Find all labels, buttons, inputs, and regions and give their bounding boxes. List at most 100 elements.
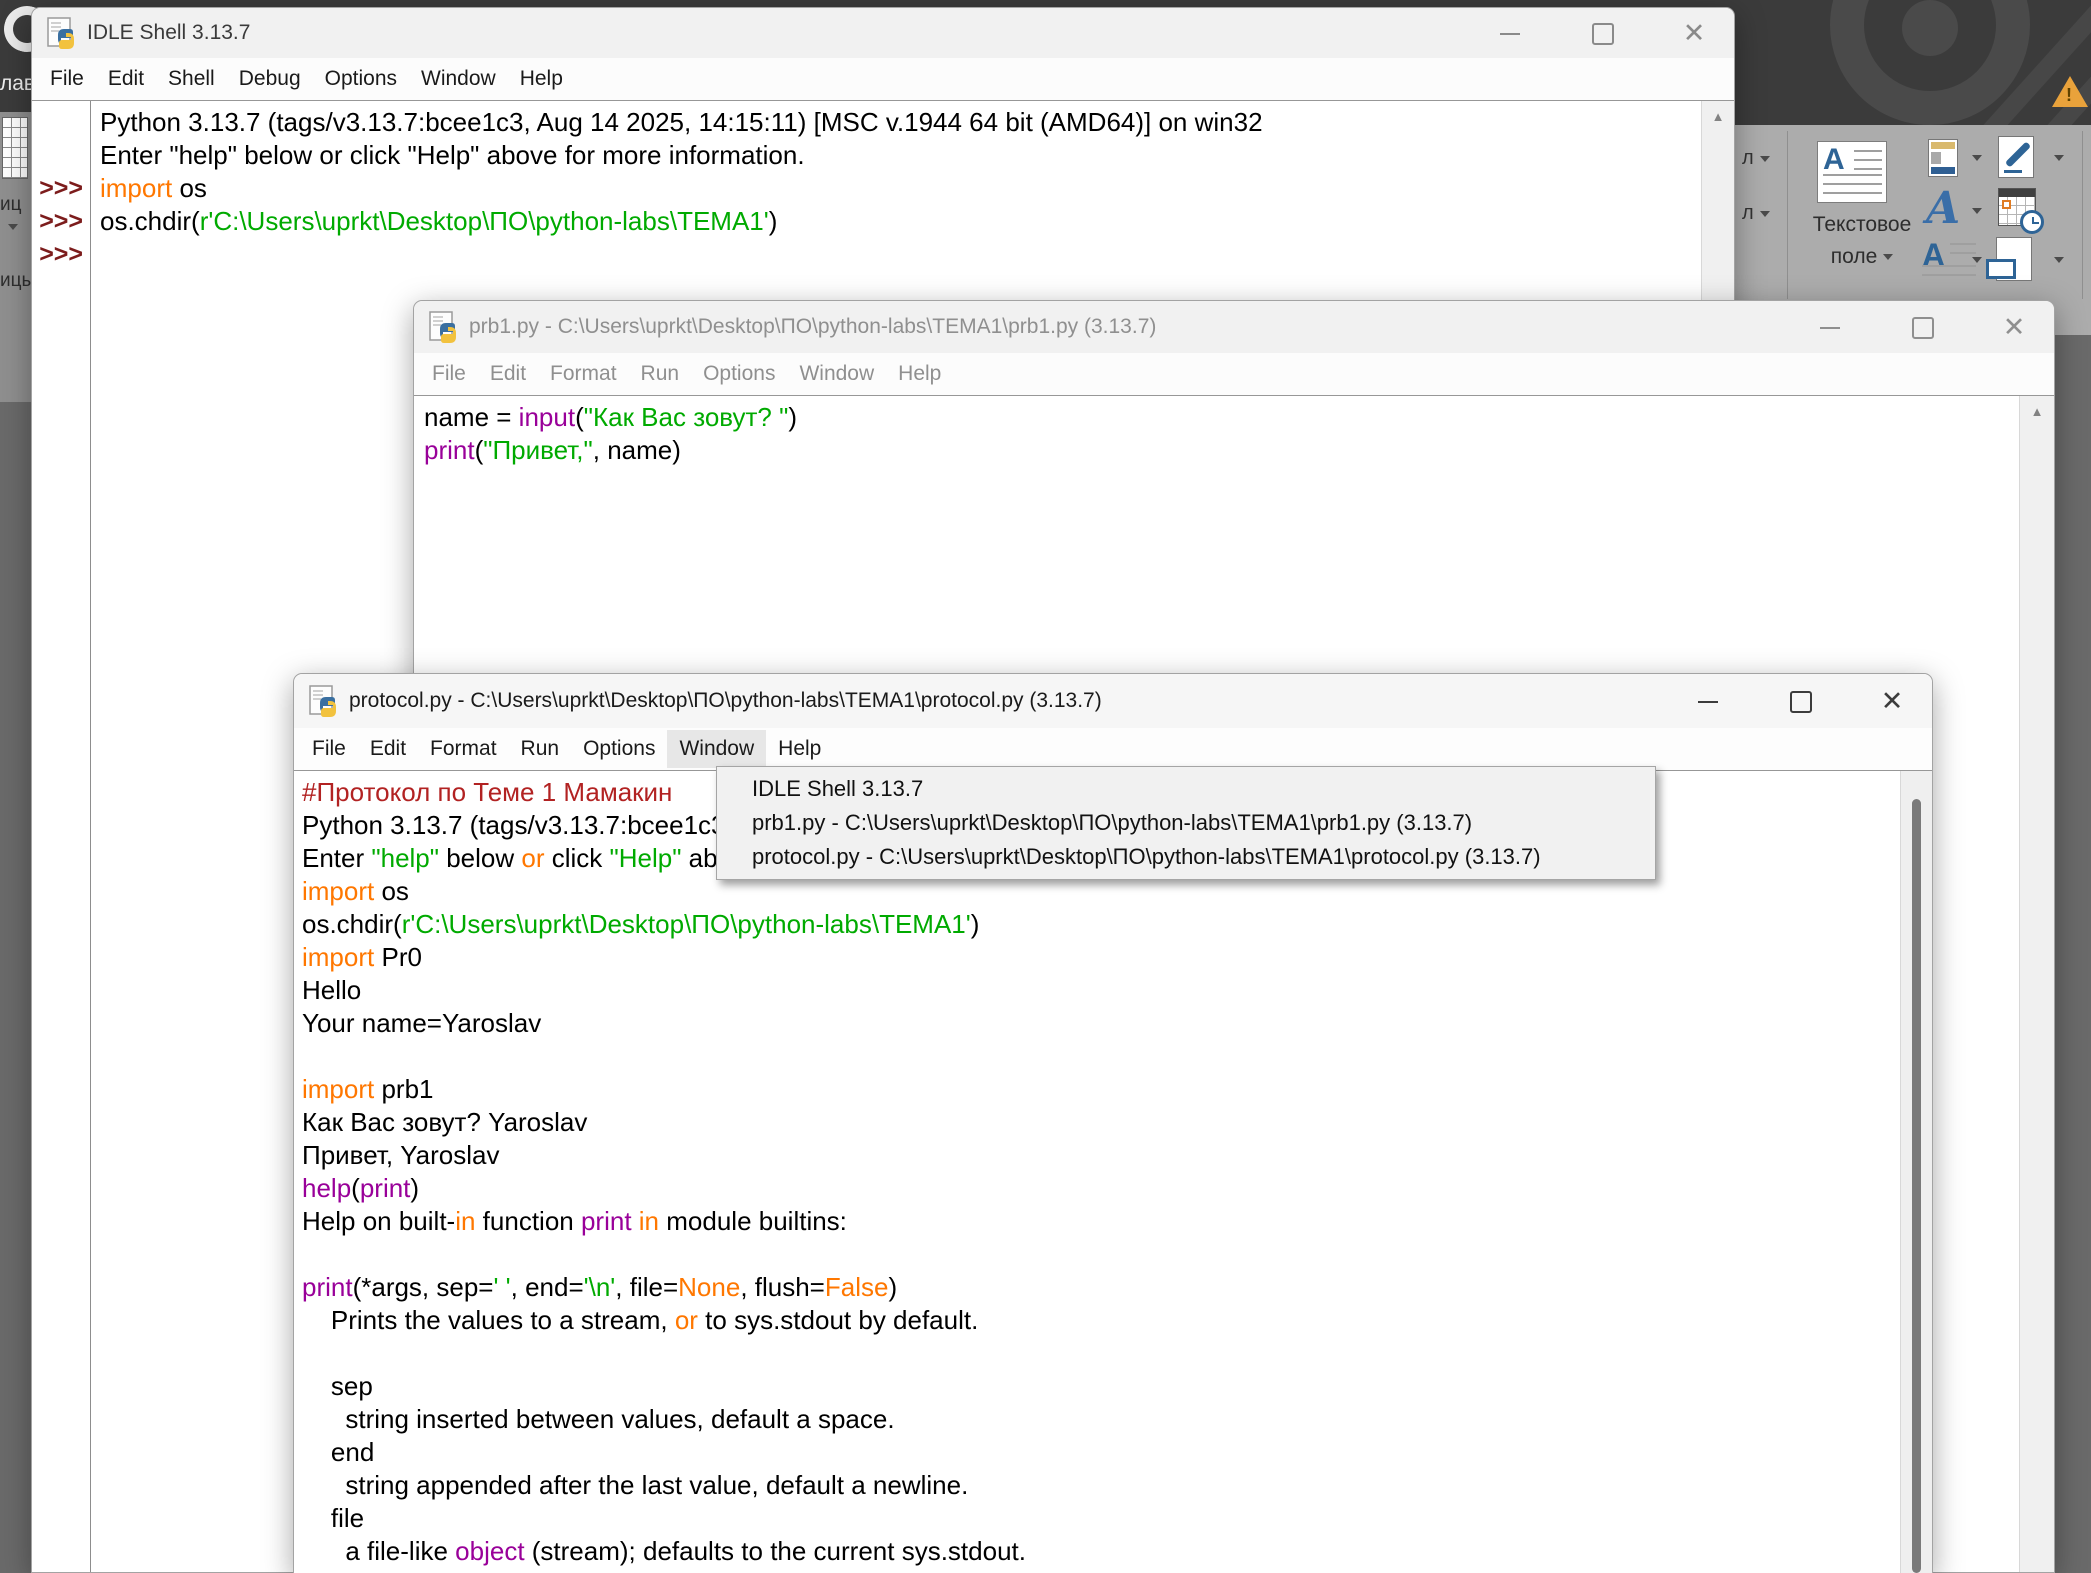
maximize-button[interactable] (1786, 687, 1814, 715)
code-segment: "Help" (610, 843, 682, 873)
menu-file[interactable]: File (420, 355, 478, 393)
menu-file[interactable]: File (300, 730, 358, 768)
text-box-button-label-2[interactable]: поле (1792, 245, 1932, 269)
pen-underline (2004, 170, 2022, 173)
minimize-button[interactable] (1816, 313, 1844, 341)
menu-edit[interactable]: Edit (358, 730, 418, 768)
minimize-button[interactable] (1496, 19, 1524, 47)
maximize-button[interactable] (1908, 313, 1936, 341)
idle-shell-titlebar[interactable]: IDLE Shell 3.13.7 ✕ (32, 8, 1734, 58)
icon-part (1931, 167, 1955, 174)
code-segment: Привет, Yaroslav (302, 1140, 500, 1170)
menu-window[interactable]: Window (787, 355, 886, 393)
menu-debug[interactable]: Debug (227, 60, 313, 98)
python-file-icon (47, 17, 77, 49)
code-segment: r'C:\Users\uprkt\Desktop\ПО\python-labs\… (200, 206, 769, 236)
menu-shell[interactable]: Shell (156, 60, 227, 98)
chevron-down-icon[interactable] (1972, 155, 1982, 161)
maximize-button[interactable] (1588, 19, 1616, 47)
code-segment: print (581, 1206, 632, 1236)
chevron-down-icon[interactable] (2054, 155, 2064, 161)
menu-window[interactable]: Window (667, 730, 766, 768)
code-segment: os.chdir( (100, 206, 200, 236)
python-file-icon (309, 685, 339, 717)
table-grid-icon[interactable] (2, 117, 28, 179)
code-segment: import (302, 942, 374, 972)
ribbon-separator (1787, 131, 1788, 299)
close-button[interactable]: ✕ (2000, 313, 2028, 341)
menu-edit[interactable]: Edit (478, 355, 538, 393)
code-segment: in (639, 1206, 659, 1236)
chevron-down-icon[interactable] (2054, 257, 2064, 263)
editor-text[interactable]: #Протокол по Теме 1 МамакинPython 3.13.7… (294, 771, 1900, 1573)
code-line: print("Привет,", name) (424, 434, 2019, 467)
window-title: prb1.py - C:\Users\uprkt\Desktop\ПО\pyth… (469, 315, 1156, 339)
code-segment: "help" (371, 843, 439, 873)
code-segment: Pr0 (374, 942, 422, 972)
code-segment: print (424, 435, 475, 465)
code-segment: below (439, 843, 521, 873)
signature-line-icon[interactable] (1998, 136, 2034, 178)
code-segment: (stream); defaults to the current sys.st… (525, 1536, 1026, 1566)
window-title: protocol.py - C:\Users\uprkt\Desktop\ПО\… (349, 689, 1102, 713)
code-line: file (302, 1502, 1900, 1535)
wordart-icon[interactable]: A (1926, 183, 1960, 234)
protocol-menubar: FileEditFormatRunOptionsWindowHelp (294, 728, 1932, 770)
menu-options[interactable]: Options (691, 355, 787, 393)
text-box-button-label-1[interactable]: Текстовое (1792, 213, 1932, 237)
code-segment: name = (424, 402, 519, 432)
window-menu-item[interactable]: protocol.py - C:\Users\uprkt\Desktop\ПО\… (717, 840, 1655, 874)
prb1-menubar: FileEditFormatRunOptionsWindowHelp (414, 353, 2054, 395)
menu-run[interactable]: Run (509, 730, 572, 768)
scrollbar[interactable] (1900, 771, 1932, 1573)
window-menu-item[interactable]: prb1.py - C:\Users\uprkt\Desktop\ПО\pyth… (717, 806, 1655, 840)
window-menu-item[interactable]: IDLE Shell 3.13.7 (717, 772, 1655, 806)
scroll-up-icon[interactable]: ▲ (1702, 109, 1734, 124)
close-button[interactable]: ✕ (1680, 19, 1708, 47)
code-line: Enter "help" below or click "Help" above… (100, 139, 1701, 172)
scrollbar-thumb[interactable] (1912, 799, 1921, 1573)
protocol-titlebar[interactable]: protocol.py - C:\Users\uprkt\Desktop\ПО\… (294, 674, 1932, 728)
code-line: Python 3.13.7 (tags/v3.13.7:bcee1c3, Aug… (100, 106, 1701, 139)
code-segment: import (302, 876, 374, 906)
ribbon-separator (2082, 131, 2083, 299)
protocol-editor[interactable]: #Протокол по Теме 1 МамакинPython 3.13.7… (294, 770, 1932, 1573)
chevron-down-icon (1760, 156, 1770, 162)
menu-format[interactable]: Format (418, 730, 509, 768)
code-line: Prints the values to a stream, or to sys… (302, 1304, 1900, 1337)
shell-prompt (32, 139, 90, 172)
word-tab-partial-label: лав (0, 72, 35, 96)
menu-file[interactable]: File (38, 60, 96, 98)
text-box-icon[interactable]: A (1817, 141, 1887, 203)
menu-run[interactable]: Run (629, 355, 692, 393)
code-segment: print (302, 1272, 353, 1302)
code-segment: import (302, 1074, 374, 1104)
menu-help[interactable]: Help (886, 355, 953, 393)
minimize-button[interactable] (1694, 687, 1722, 715)
scrollbar[interactable]: ▲ (2019, 396, 2054, 1572)
close-button[interactable]: ✕ (1878, 687, 1906, 715)
quick-parts-icon[interactable] (1928, 139, 1958, 177)
ribbon-partial-dropdown-bottom[interactable]: л (1742, 202, 1770, 225)
text-lines (1823, 174, 1882, 198)
code-line: help(print) (302, 1172, 1900, 1205)
menu-help[interactable]: Help (766, 730, 833, 768)
code-segment: Как Вас зовут? Yaroslav (302, 1107, 587, 1137)
chevron-down-icon[interactable] (1972, 257, 1982, 263)
chevron-down-icon[interactable] (1972, 208, 1982, 214)
warning-icon[interactable]: ! (2052, 76, 2088, 107)
menu-options[interactable]: Options (571, 730, 667, 768)
menu-options[interactable]: Options (313, 60, 409, 98)
menu-window[interactable]: Window (409, 60, 508, 98)
menu-help[interactable]: Help (508, 60, 575, 98)
menu-edit[interactable]: Edit (96, 60, 156, 98)
scroll-up-icon[interactable]: ▲ (2020, 404, 2054, 419)
prb1-titlebar[interactable]: prb1.py - C:\Users\uprkt\Desktop\ПО\pyth… (414, 301, 2054, 353)
menu-format[interactable]: Format (538, 355, 629, 393)
code-segment: Enter "help" below or click "Help" above… (100, 140, 805, 170)
code-segment: ( (575, 402, 584, 432)
ribbon-partial-dropdown-top[interactable]: л (1742, 147, 1770, 170)
code-segment: ( (475, 435, 484, 465)
code-segment: ) (769, 206, 778, 236)
code-segment: ( (351, 1173, 360, 1203)
